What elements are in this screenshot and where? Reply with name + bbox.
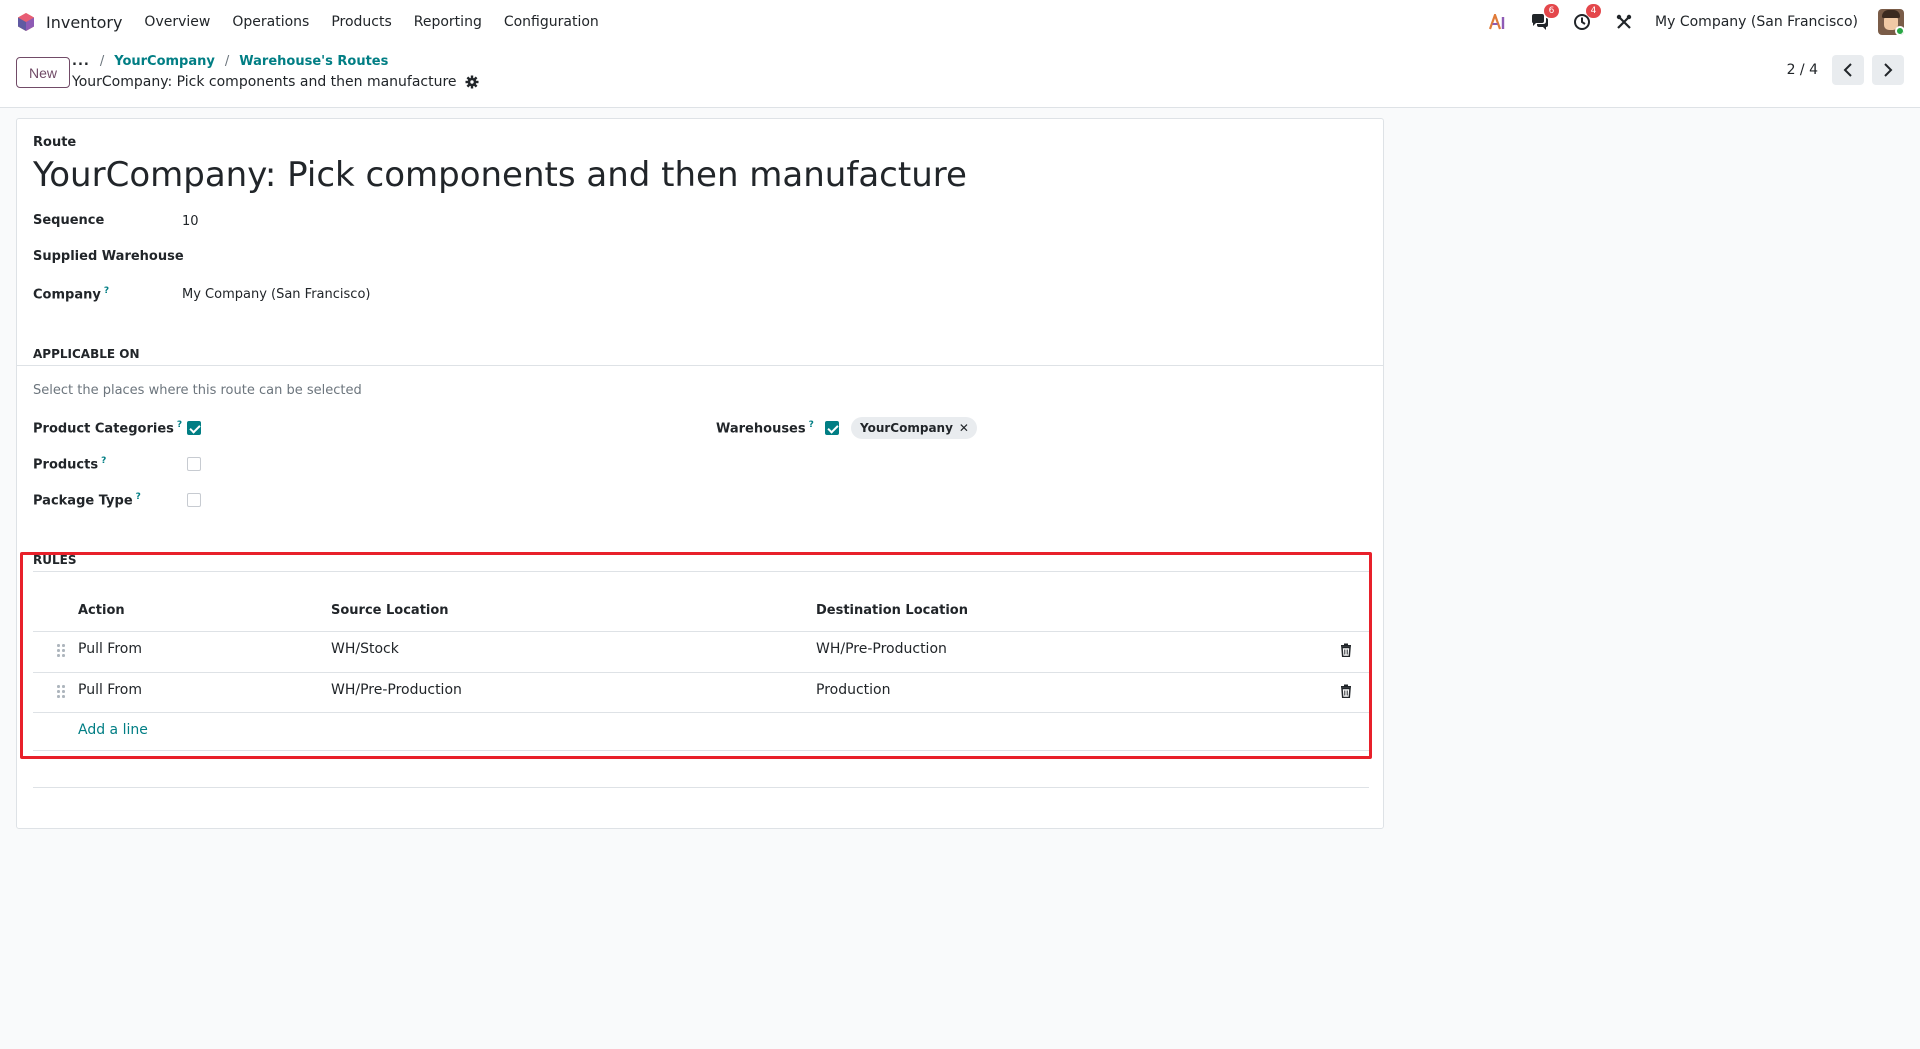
user-avatar[interactable]	[1878, 9, 1904, 35]
app-logo-icon	[18, 13, 34, 31]
products-label: Products?	[33, 456, 106, 472]
main-menu: Overview Operations Products Reporting C…	[144, 14, 598, 30]
company-switcher[interactable]: My Company (San Francisco)	[1655, 14, 1858, 30]
chat-icon[interactable]: 6	[1529, 4, 1560, 33]
route-name-field[interactable]: YourCompany: Pick components and then ma…	[33, 155, 967, 195]
app-brand[interactable]: Inventory	[16, 12, 122, 32]
menu-operations[interactable]: Operations	[232, 14, 309, 30]
tools-icon[interactable]	[1613, 11, 1635, 33]
rules-highlight-box	[20, 552, 1372, 759]
company-help[interactable]: ?	[104, 286, 109, 296]
products-checkbox[interactable]	[187, 457, 201, 471]
package-type-checkbox[interactable]	[187, 493, 201, 507]
warehouses-label-text: Warehouses	[716, 421, 806, 437]
package-type-help[interactable]: ?	[136, 492, 141, 502]
chevron-right-icon	[1884, 63, 1893, 77]
tag-remove-icon[interactable]: ✕	[959, 421, 969, 435]
products-label-text: Products	[33, 457, 99, 473]
messages-badge: 6	[1544, 4, 1560, 18]
company-label: Company?	[33, 286, 109, 302]
section-divider	[17, 365, 1383, 366]
supplied-warehouse-label: Supplied Warehouse	[33, 249, 184, 264]
product-categories-label: Product Categories?	[33, 420, 182, 436]
product-categories-label-text: Product Categories	[33, 421, 174, 437]
breadcrumb: ... / YourCompany / Warehouse's Routes	[72, 54, 388, 69]
package-type-label-text: Package Type	[33, 493, 133, 509]
supplied-warehouse-field[interactable]	[182, 250, 482, 268]
breadcrumb-separator: /	[224, 54, 230, 69]
breadcrumb-yourcompany[interactable]: YourCompany	[114, 54, 215, 69]
pager-previous-button[interactable]	[1832, 55, 1864, 85]
navbar-systray: 6 4 My Company (San Francisco)	[1487, 4, 1904, 35]
sequence-label: Sequence	[33, 213, 105, 228]
product-categories-help[interactable]: ?	[177, 420, 182, 430]
product-categories-checkbox[interactable]	[187, 421, 201, 435]
clock-icon[interactable]: 4	[1571, 4, 1602, 33]
warehouse-tag-label: YourCompany	[860, 421, 953, 435]
record-title: YourCompany: Pick components and then ma…	[72, 74, 479, 90]
breadcrumb-separator: /	[99, 54, 105, 69]
menu-products[interactable]: Products	[331, 14, 391, 30]
sheet-bottom-divider	[33, 787, 1369, 788]
top-navbar: Inventory Overview Operations Products R…	[0, 0, 1920, 44]
record-title-text: YourCompany: Pick components and then ma…	[72, 74, 457, 90]
menu-reporting[interactable]: Reporting	[414, 14, 482, 30]
products-help[interactable]: ?	[101, 456, 106, 466]
pager: 2 / 4	[1787, 55, 1904, 85]
applicable-on-title: APPLICABLE ON	[33, 347, 140, 361]
ai-icon[interactable]	[1487, 11, 1509, 33]
warehouses-label: Warehouses?	[716, 420, 814, 436]
pager-next-button[interactable]	[1872, 55, 1904, 85]
route-label: Route	[33, 135, 77, 150]
package-type-label: Package Type?	[33, 492, 141, 508]
warehouses-help[interactable]: ?	[809, 420, 814, 430]
company-label-text: Company	[33, 287, 101, 303]
chevron-left-icon	[1843, 63, 1852, 77]
breadcrumb-more[interactable]: ...	[72, 54, 90, 69]
gear-icon[interactable]	[465, 75, 479, 89]
new-button[interactable]: New	[16, 57, 71, 88]
applicable-on-hint: Select the places where this route can b…	[33, 383, 362, 398]
menu-configuration[interactable]: Configuration	[504, 14, 599, 30]
menu-overview[interactable]: Overview	[144, 14, 210, 30]
warehouses-checkbox[interactable]	[825, 421, 839, 435]
app-name: Inventory	[46, 12, 123, 32]
company-field[interactable]: My Company (San Francisco)	[182, 287, 370, 302]
pager-value[interactable]: 2 / 4	[1787, 62, 1818, 78]
breadcrumb-warehouse-routes[interactable]: Warehouse's Routes	[239, 54, 388, 69]
sequence-field[interactable]: 10	[182, 214, 199, 229]
warehouse-tag: YourCompany ✕	[851, 417, 977, 439]
control-panel: New ... / YourCompany / Warehouse's Rout…	[0, 44, 1920, 108]
activities-badge: 4	[1586, 4, 1602, 18]
